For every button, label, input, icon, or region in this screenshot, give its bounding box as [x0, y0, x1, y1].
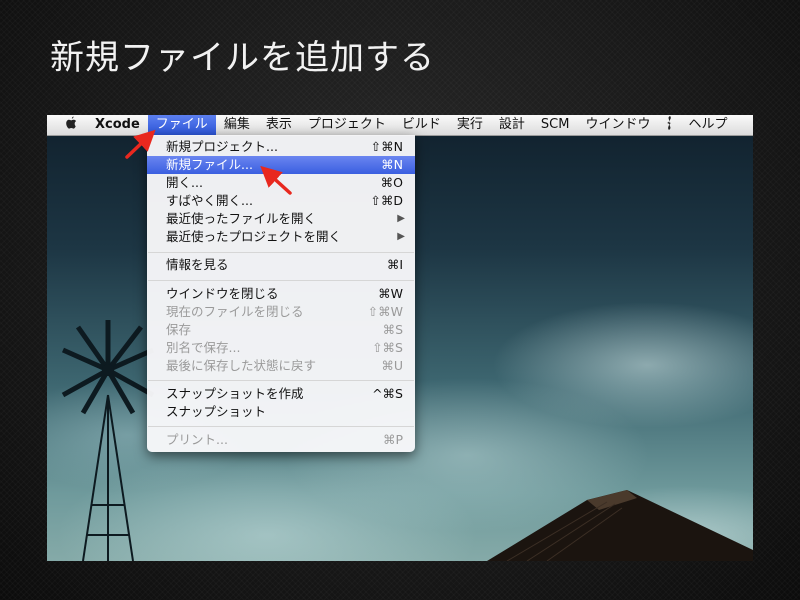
menu-run[interactable]: 実行: [449, 115, 491, 135]
menu-item-print: プリント... ⌘P: [147, 431, 415, 449]
menu-bar: Xcode ファイル 編集 表示 プロジェクト ビルド 実行 設計 SCM ウイ…: [47, 115, 753, 136]
file-menu-dropdown: 新規プロジェクト... ⇧⌘N 新規ファイル... ⌘N 開く... ⌘O すば…: [147, 135, 415, 452]
menu-item-save-as: 別名で保存... ⇧⌘S: [147, 339, 415, 357]
menu-item-label: スナップショット: [166, 404, 267, 419]
menu-item-shortcut: ⌘P: [382, 432, 403, 447]
menu-item-label: 新規プロジェクト...: [166, 139, 278, 154]
menu-item-shortcut: ⌘U: [381, 358, 403, 373]
menu-design[interactable]: 設計: [491, 115, 533, 135]
menu-item-label: すばやく開く...: [166, 193, 253, 208]
submenu-arrow-icon: ▶: [397, 231, 405, 242]
menu-file[interactable]: ファイル: [147, 115, 216, 135]
menu-item-shortcut: ⇧⌘D: [370, 193, 403, 208]
menu-item-open-recent-project[interactable]: 最近使ったプロジェクトを開く ▶: [147, 228, 415, 246]
submenu-arrow-icon: ▶: [397, 213, 405, 224]
menu-item-save: 保存 ⌘S: [147, 321, 415, 339]
menu-item-new-project[interactable]: 新規プロジェクト... ⇧⌘N: [147, 138, 415, 156]
menu-separator: [148, 252, 414, 253]
menu-build[interactable]: ビルド: [394, 115, 449, 135]
menu-item-label: 新規ファイル...: [166, 157, 253, 172]
menu-item-shortcut: ⇧⌘W: [367, 304, 403, 319]
menu-item-make-snapshot[interactable]: スナップショットを作成 ^⌘S: [147, 385, 415, 403]
menu-window[interactable]: ウインドウ: [577, 115, 658, 135]
menu-item-close-file: 現在のファイルを閉じる ⇧⌘W: [147, 303, 415, 321]
menu-item-label: 最後に保存した状態に戻す: [166, 358, 317, 373]
menu-item-label: スナップショットを作成: [166, 386, 304, 401]
menu-separator: [148, 426, 414, 427]
menu-separator: [148, 280, 414, 281]
menu-item-shortcut: ⌘O: [380, 175, 403, 190]
menu-item-shortcut: ⌘N: [381, 157, 403, 172]
menu-item-shortcut: ⌘W: [378, 286, 403, 301]
menu-item-label: 情報を見る: [166, 257, 229, 272]
menu-item-label: 最近使ったプロジェクトを開く: [166, 229, 342, 244]
slide-title: 新規ファイルを追加する: [50, 38, 435, 78]
menu-item-snapshots[interactable]: スナップショット: [147, 403, 415, 421]
menu-item-label: 現在のファイルを閉じる: [166, 304, 304, 319]
menu-item-new-file[interactable]: 新規ファイル... ⌘N: [147, 156, 415, 174]
screenshot: Xcode ファイル 編集 表示 プロジェクト ビルド 実行 設計 SCM ウイ…: [47, 115, 753, 561]
menu-scm[interactable]: SCM: [533, 115, 578, 135]
menu-item-label: 別名で保存...: [166, 340, 241, 355]
menu-item-open-quickly[interactable]: すばやく開く... ⇧⌘D: [147, 192, 415, 210]
script-menu-icon: [667, 116, 672, 130]
menu-item-get-info[interactable]: 情報を見る ⌘I: [147, 256, 415, 274]
menu-view[interactable]: 表示: [258, 115, 300, 135]
menu-item-shortcut: ⇧⌘S: [372, 340, 403, 355]
menu-xcode[interactable]: Xcode: [87, 115, 148, 135]
menu-item-revert: 最後に保存した状態に戻す ⌘U: [147, 357, 415, 375]
menu-item-shortcut: ⌘S: [382, 322, 403, 337]
menu-item-shortcut: ⌘I: [386, 257, 403, 272]
menu-item-label: 開く...: [166, 175, 203, 190]
apple-icon: [66, 116, 77, 129]
menu-help[interactable]: ヘルプ: [680, 115, 735, 135]
script-menu[interactable]: [658, 115, 680, 135]
menu-item-label: 保存: [166, 322, 192, 337]
menu-project[interactable]: プロジェクト: [300, 115, 394, 135]
menu-item-label: プリント...: [166, 432, 228, 447]
apple-menu[interactable]: [47, 115, 87, 135]
menu-item-open[interactable]: 開く... ⌘O: [147, 174, 415, 192]
menu-separator: [148, 380, 414, 381]
menu-edit[interactable]: 編集: [216, 115, 258, 135]
menu-item-label: ウインドウを閉じる: [166, 286, 279, 301]
menu-item-close-window[interactable]: ウインドウを閉じる ⌘W: [147, 285, 415, 303]
barn-roof-silhouette: [487, 490, 753, 561]
menu-item-open-recent-file[interactable]: 最近使ったファイルを開く ▶: [147, 210, 415, 228]
menu-item-shortcut: ⇧⌘N: [370, 139, 403, 154]
menu-item-shortcut: ^⌘S: [372, 386, 403, 401]
menu-item-label: 最近使ったファイルを開く: [166, 211, 317, 226]
